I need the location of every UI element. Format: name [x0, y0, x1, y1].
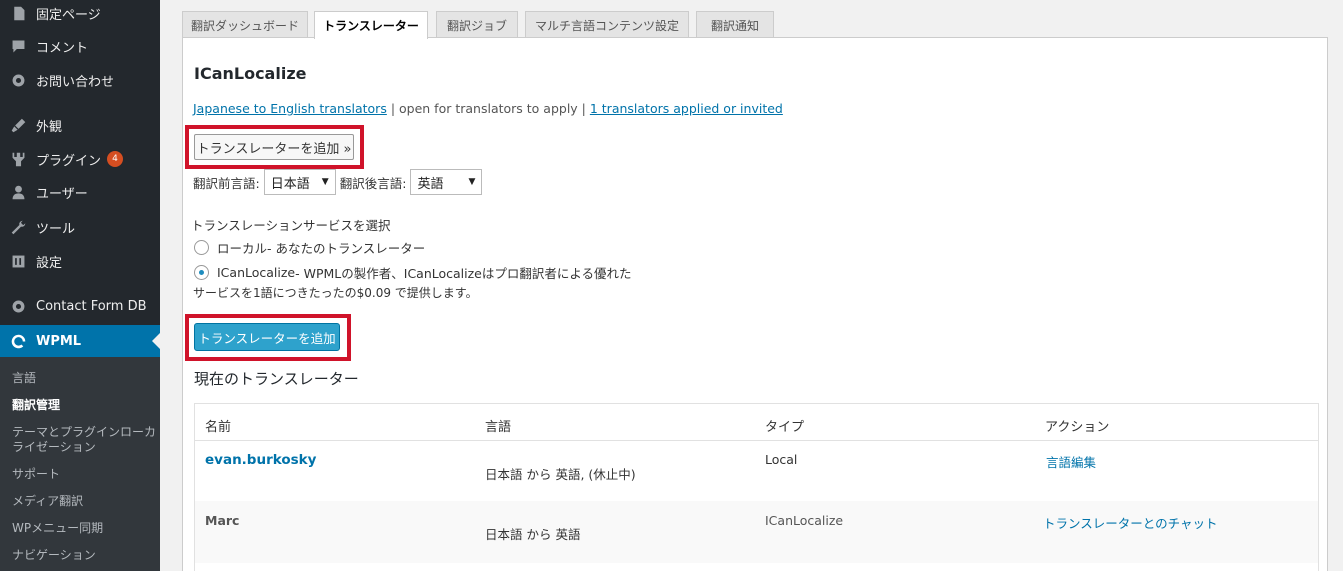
edit-languages-link[interactable]: 言語編集 — [1046, 452, 1096, 471]
submenu-languages[interactable]: 言語 — [12, 371, 157, 386]
sidebar-item-label: 設定 — [36, 255, 63, 271]
settings-icon — [0, 253, 36, 270]
sidebar-item-label: ユーザー — [36, 186, 88, 202]
comment-icon — [0, 38, 36, 55]
tab-translation-jobs[interactable]: 翻訳ジョブ — [436, 11, 518, 38]
submenu-wp-menu-sync[interactable]: WPメニュー同期 — [12, 521, 157, 536]
wpml-icon — [0, 333, 36, 350]
wp-admin-screen: 固定ページ コメント お問い合わせ 外観 プラグイン 4 ユーザー ツール 設定… — [0, 0, 1343, 571]
admin-sidebar: 固定ページ コメント お問い合わせ 外観 プラグイン 4 ユーザー ツール 設定… — [0, 0, 160, 571]
add-translator-primary-button[interactable]: トランスレーターを追加 — [194, 323, 340, 351]
sidebar-item-label: コメント — [36, 40, 89, 56]
gear-icon — [0, 298, 36, 315]
service-select-label: トランスレーションサービスを選択 — [191, 218, 391, 233]
sidebar-item-label: 外観 — [36, 119, 63, 135]
gear-icon — [0, 72, 36, 89]
translator-type: Local — [765, 452, 798, 467]
sidebar-item-settings[interactable]: 設定 — [0, 245, 160, 277]
sidebar-item-label: お問い合わせ — [36, 74, 115, 90]
sidebar-item-label: プラグイン — [36, 153, 102, 169]
table-row: Marc 日本語 から 英語 ICanLocalize トランスレーターとのチャ… — [195, 501, 1318, 563]
to-language-value: 英語 — [417, 176, 444, 192]
column-header-name: 名前 — [205, 420, 232, 435]
from-language-value: 日本語 — [270, 176, 310, 192]
to-language-select[interactable]: 英語 ▼ — [410, 169, 483, 195]
sidebar-item-comments[interactable]: コメント — [0, 30, 160, 62]
translators-applied-link[interactable]: 1 translators applied or invited — [590, 101, 783, 116]
sidebar-item-pages[interactable]: 固定ページ — [0, 0, 160, 29]
icanlocalize-option-desc-continued: サービスを1語につきたったの$0.09 で提供します。 — [193, 286, 478, 300]
local-option-desc: - あなたのトランスレーター — [267, 241, 426, 256]
submenu-media-translation[interactable]: メディア翻訳 — [12, 494, 157, 509]
translators-table: 名前 言語 タイプ アクション evan.burkosky 日本語 から 英語,… — [194, 403, 1319, 571]
local-radio[interactable] — [194, 240, 209, 255]
sidebar-item-contact-form-db[interactable]: Contact Form DB — [0, 290, 160, 322]
links-separator-text: | open for translators to apply | — [386, 101, 590, 116]
sidebar-item-tools[interactable]: ツール — [0, 211, 160, 243]
submenu-navigation[interactable]: ナビゲーション — [12, 548, 157, 563]
submenu-support[interactable]: サポート — [12, 467, 157, 482]
icanlocalize-option-desc: - WPMLの製作者、ICanLocalizeはプロ翻訳者による優れた — [295, 266, 632, 281]
update-count-badge: 4 — [107, 151, 124, 167]
dropdown-arrow-icon: ▼ — [468, 177, 476, 187]
to-language-label: 翻訳後言語: — [339, 175, 407, 191]
translator-name-link[interactable]: evan.burkosky — [205, 452, 316, 468]
brush-icon — [0, 117, 36, 134]
translator-name: Marc — [205, 513, 240, 528]
sidebar-item-label: WPML — [36, 334, 82, 349]
sidebar-item-label: Contact Form DB — [36, 298, 147, 314]
add-translator-button[interactable]: トランスレーターを追加 » — [194, 134, 354, 160]
service-option-icanlocalize[interactable]: ICanLocalize - WPMLの製作者、ICanLocalizeはプロ翻… — [194, 263, 632, 282]
tab-multilingual-content-setup[interactable]: マルチ言語コンテンツ設定 — [525, 11, 689, 38]
service-option-local[interactable]: ローカル - あなたのトランスレーター — [194, 238, 425, 257]
language-pair-row: 翻訳前言語: 日本語 ▼ 翻訳後言語: 英語 ▼ — [193, 169, 486, 195]
icanlocalize-radio[interactable] — [194, 265, 209, 280]
local-option-name: ローカル — [217, 241, 268, 256]
translator-type: ICanLocalize — [765, 513, 844, 528]
japanese-to-english-translators-link[interactable]: Japanese to English translators — [193, 101, 387, 116]
icanlocalize-option-name: ICanLocalize — [217, 265, 296, 280]
wrench-icon — [0, 219, 36, 236]
translators-panel: ICanLocalize Japanese to English transla… — [182, 37, 1328, 571]
service-title: ICanLocalize — [194, 64, 307, 83]
current-translators-heading: 現在のトランスレーター — [194, 370, 359, 388]
sidebar-item-label: ツール — [36, 221, 76, 237]
user-icon — [0, 184, 36, 201]
sidebar-item-plugins[interactable]: プラグイン 4 — [0, 143, 160, 175]
from-language-label: 翻訳前言語: — [193, 175, 260, 191]
dropdown-arrow-icon: ▼ — [321, 177, 329, 187]
sidebar-item-label: 固定ページ — [36, 7, 101, 23]
sidebar-item-users[interactable]: ユーザー — [0, 176, 160, 208]
chat-with-translator-link[interactable]: トランスレーターとのチャット — [1043, 513, 1218, 532]
page-icon — [0, 5, 36, 22]
column-header-type: タイプ — [765, 420, 805, 435]
column-header-action: アクション — [1045, 420, 1110, 435]
tab-translation-dashboard[interactable]: 翻訳ダッシュボード — [182, 11, 308, 38]
submenu-theme-plugin-localization[interactable]: テーマとプラグインローカライゼーション — [12, 425, 157, 455]
translator-language: 日本語 から 英語 — [485, 527, 581, 542]
column-header-language: 言語 — [485, 420, 512, 435]
table-row: evan.burkosky 日本語 から 英語, (休止中) Local 言語編… — [195, 441, 1318, 501]
submenu-translation-management[interactable]: 翻訳管理 — [12, 398, 157, 413]
translator-links-row: Japanese to English translators | open f… — [193, 101, 783, 116]
plugin-icon — [0, 151, 36, 168]
sidebar-item-contact[interactable]: お問い合わせ — [0, 64, 160, 96]
wpml-submenu: 言語 翻訳管理 テーマとプラグインローカライゼーション サポート メディア翻訳 … — [0, 357, 160, 571]
sidebar-item-appearance[interactable]: 外観 — [0, 109, 160, 141]
from-language-select[interactable]: 日本語 ▼ — [263, 169, 336, 195]
tab-translation-notifications[interactable]: 翻訳通知 — [696, 11, 774, 38]
tab-translators[interactable]: トランスレーター — [314, 11, 428, 39]
sidebar-item-wpml[interactable]: WPML — [0, 325, 160, 358]
translator-language: 日本語 から 英語, (休止中) — [485, 467, 636, 482]
